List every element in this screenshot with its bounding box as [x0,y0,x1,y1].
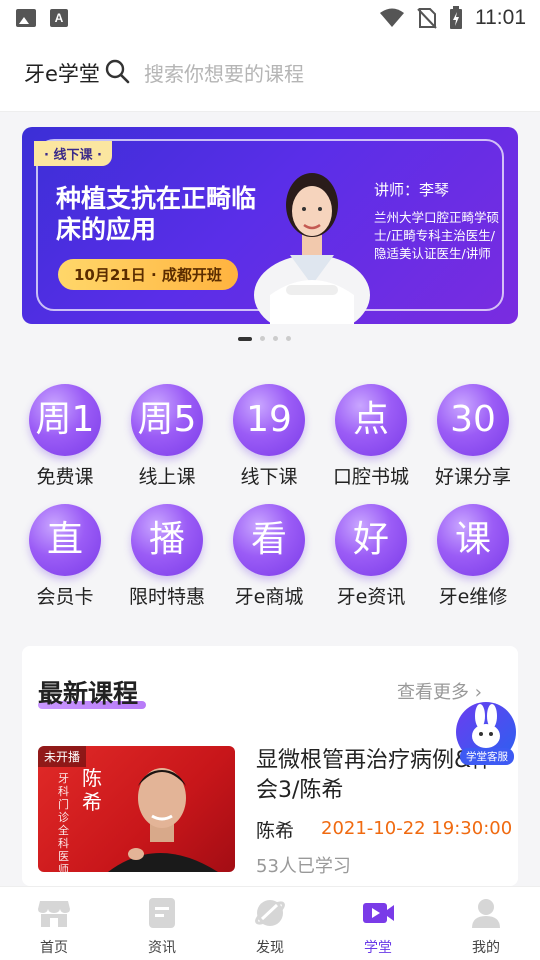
customer-service-button[interactable]: 学堂客服 [456,702,518,765]
category-icon: 30 [437,384,509,456]
category-label: 会员卡 [36,586,94,608]
banner-lecturer: 讲师：李琴 [374,181,450,199]
view-more-label: 查看更多 [397,682,469,703]
search-input[interactable]: 搜索你想要的课程 [144,58,304,87]
tab-profile[interactable]: 我的 [432,897,540,957]
course-thumbnail[interactable]: 未开播 牙科门诊全科医师 陈希 [38,746,235,872]
category-label: 牙e维修 [438,586,508,608]
tab-discover[interactable]: 发现 [216,897,324,957]
pagination-dot-active[interactable] [238,336,252,341]
service-label: 学堂客服 [460,748,514,765]
lecturer-photo [254,173,370,324]
view-more-link[interactable]: 查看更多 › [397,678,482,704]
chevron-right-icon: › [474,682,482,703]
category-label: 限时特惠 [128,586,205,608]
live-status-badge: 未开播 [38,746,87,767]
section-title: 最新课程 [38,679,139,708]
banner-tag: · 线下课 · [34,141,112,166]
discover-icon [255,900,285,926]
font-icon: A [50,9,68,27]
thumb-teacher-name: 陈希 [82,766,102,814]
category-online-course[interactable]: 周5 线上课 [116,384,218,489]
battery-icon [450,6,462,29]
category-flash-sale[interactable]: 播 限时特惠 [116,504,218,609]
category-label: 牙e商城 [234,586,304,608]
category-offline-course[interactable]: 19 线下课 [218,384,320,489]
category-label: 免费课 [36,466,94,488]
banner-lecturer-desc: 兰州大学口腔正畸学硕士/正畸专科主治医生/隐适美认证医生/讲师 [374,210,500,261]
store-icon [38,901,70,927]
pagination-dot[interactable] [286,336,291,341]
banner-title: 种植支抗在正畸临床的应用 [56,184,257,244]
latest-courses-card: 最新课程 查看更多 › 未开播 牙科门诊全科医师 陈希 显微根管再治疗病例&体会… [22,646,518,886]
thumb-subtitle: 牙科门诊全科医师 [58,772,69,872]
banner-pagination [238,336,291,341]
video-icon [363,903,394,923]
course-time: 2021-10-22 19:30:00 [321,818,513,839]
category-icon: 19 [233,384,305,456]
clock: 11:01 [475,6,526,29]
header: 牙e学堂 搜索你想要的课程 [0,38,540,112]
category-member-card[interactable]: 直 会员卡 [14,504,116,609]
tab-label: 首页 [40,940,68,956]
bottom-tab-bar: 首页 资讯 发现 学堂 我的 [0,886,540,960]
tab-label: 资讯 [148,940,176,956]
category-repair[interactable]: 课 牙e维修 [422,504,524,609]
tab-school[interactable]: 学堂 [324,897,432,957]
category-label: 牙e资讯 [336,586,406,608]
category-news[interactable]: 好 牙e资讯 [320,504,422,609]
no-sim-icon [417,8,437,29]
category-icon: 周1 [29,384,101,456]
gallery-icon [16,9,36,27]
category-icon: 播 [131,504,203,576]
course-learners: 53人已学习 [256,856,351,877]
banner-date-pill: 10月21日 · 成都开班 [58,259,238,290]
wifi-icon [380,8,404,27]
brand-title: 牙e学堂 [24,62,100,86]
pagination-dot[interactable] [260,336,265,341]
status-bar: A 11:01 [0,0,540,38]
promo-banner[interactable]: · 线下课 · 种植支抗在正畸临床的应用 10月21日 · 成都开班 讲师：李琴… [22,127,518,324]
search-icon[interactable] [104,58,130,84]
category-free-course[interactable]: 周1 免费课 [14,384,116,489]
category-icon: 点 [335,384,407,456]
category-bookstore[interactable]: 点 口腔书城 [320,384,422,489]
category-icon: 直 [29,504,101,576]
tab-label: 我的 [472,940,500,956]
news-icon [149,898,175,928]
category-course-share[interactable]: 30 好课分享 [422,384,524,489]
category-label: 口腔书城 [332,466,409,488]
category-mall[interactable]: 看 牙e商城 [218,504,320,609]
category-label: 线上课 [138,466,196,488]
pagination-dot[interactable] [273,336,278,341]
tab-home[interactable]: 首页 [0,897,108,957]
profile-icon [472,899,500,928]
tab-label: 发现 [256,940,284,956]
tab-label: 学堂 [364,940,392,956]
category-icon: 周5 [131,384,203,456]
category-label: 好课分享 [434,466,511,488]
category-label: 线下课 [240,466,298,488]
category-icon: 课 [437,504,509,576]
tab-news[interactable]: 资讯 [108,897,216,957]
category-icon: 好 [335,504,407,576]
category-icon: 看 [233,504,305,576]
course-teacher: 陈希 [256,820,295,842]
